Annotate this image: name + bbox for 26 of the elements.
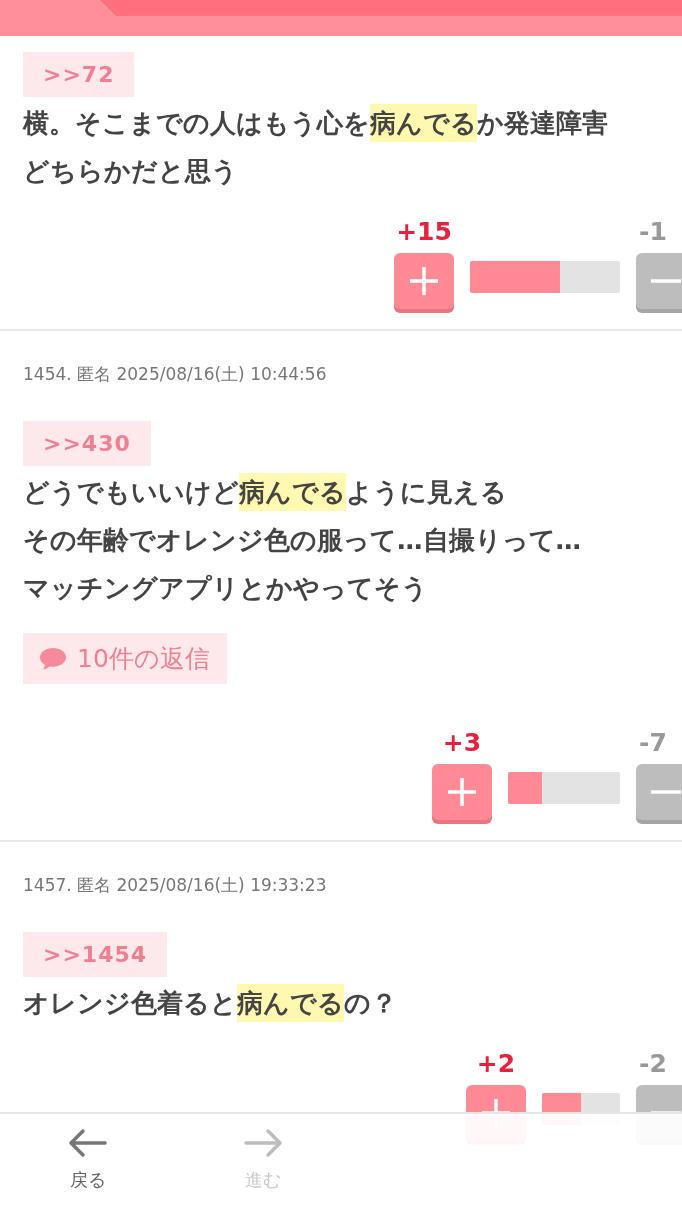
- minus-icon: [651, 279, 681, 283]
- comment-text: マッチングアプリとかやってそう: [23, 572, 428, 605]
- reply-anchor-link[interactable]: >>430: [23, 421, 151, 466]
- plus-count: +2: [476, 1049, 516, 1079]
- plus-count: +3: [442, 728, 482, 758]
- post-meta: 1454. 匿名 2025/08/16(土) 10:44:56: [23, 363, 328, 386]
- comment-text: どうでもいいけど病んでる ように見える: [23, 468, 507, 516]
- reply-anchor-link[interactable]: >>72: [23, 52, 135, 97]
- reply-anchor-link[interactable]: >>1454: [23, 932, 168, 977]
- comment-text: 横。そこまでの人はもう心を病んでるか発達障害: [23, 99, 608, 147]
- minus-count: -1: [638, 217, 667, 247]
- plus-icon: [409, 266, 439, 296]
- minus-count: -7: [638, 728, 667, 758]
- left-arrow-icon: [66, 1128, 109, 1158]
- comment-text: オレンジ色着ると 病んでるの？: [23, 979, 397, 1027]
- plus-icon: [447, 777, 477, 807]
- back-button[interactable]: 戻る: [0, 1114, 175, 1212]
- comment-text: その年齢でオレンジ色の服って…自撮りって…: [23, 524, 581, 557]
- minus-icon: [651, 790, 681, 794]
- right-arrow-icon: [241, 1128, 284, 1158]
- minus-count: -2: [638, 1049, 667, 1079]
- speech-bubble-icon: [39, 646, 67, 671]
- comment-text: どちらかだと思う: [23, 155, 238, 188]
- plus-count: +15: [396, 217, 452, 247]
- post-meta: 1457. 匿名 2025/08/16(土) 19:33:23: [23, 874, 328, 897]
- replies-button[interactable]: 10件の返信: [23, 633, 227, 684]
